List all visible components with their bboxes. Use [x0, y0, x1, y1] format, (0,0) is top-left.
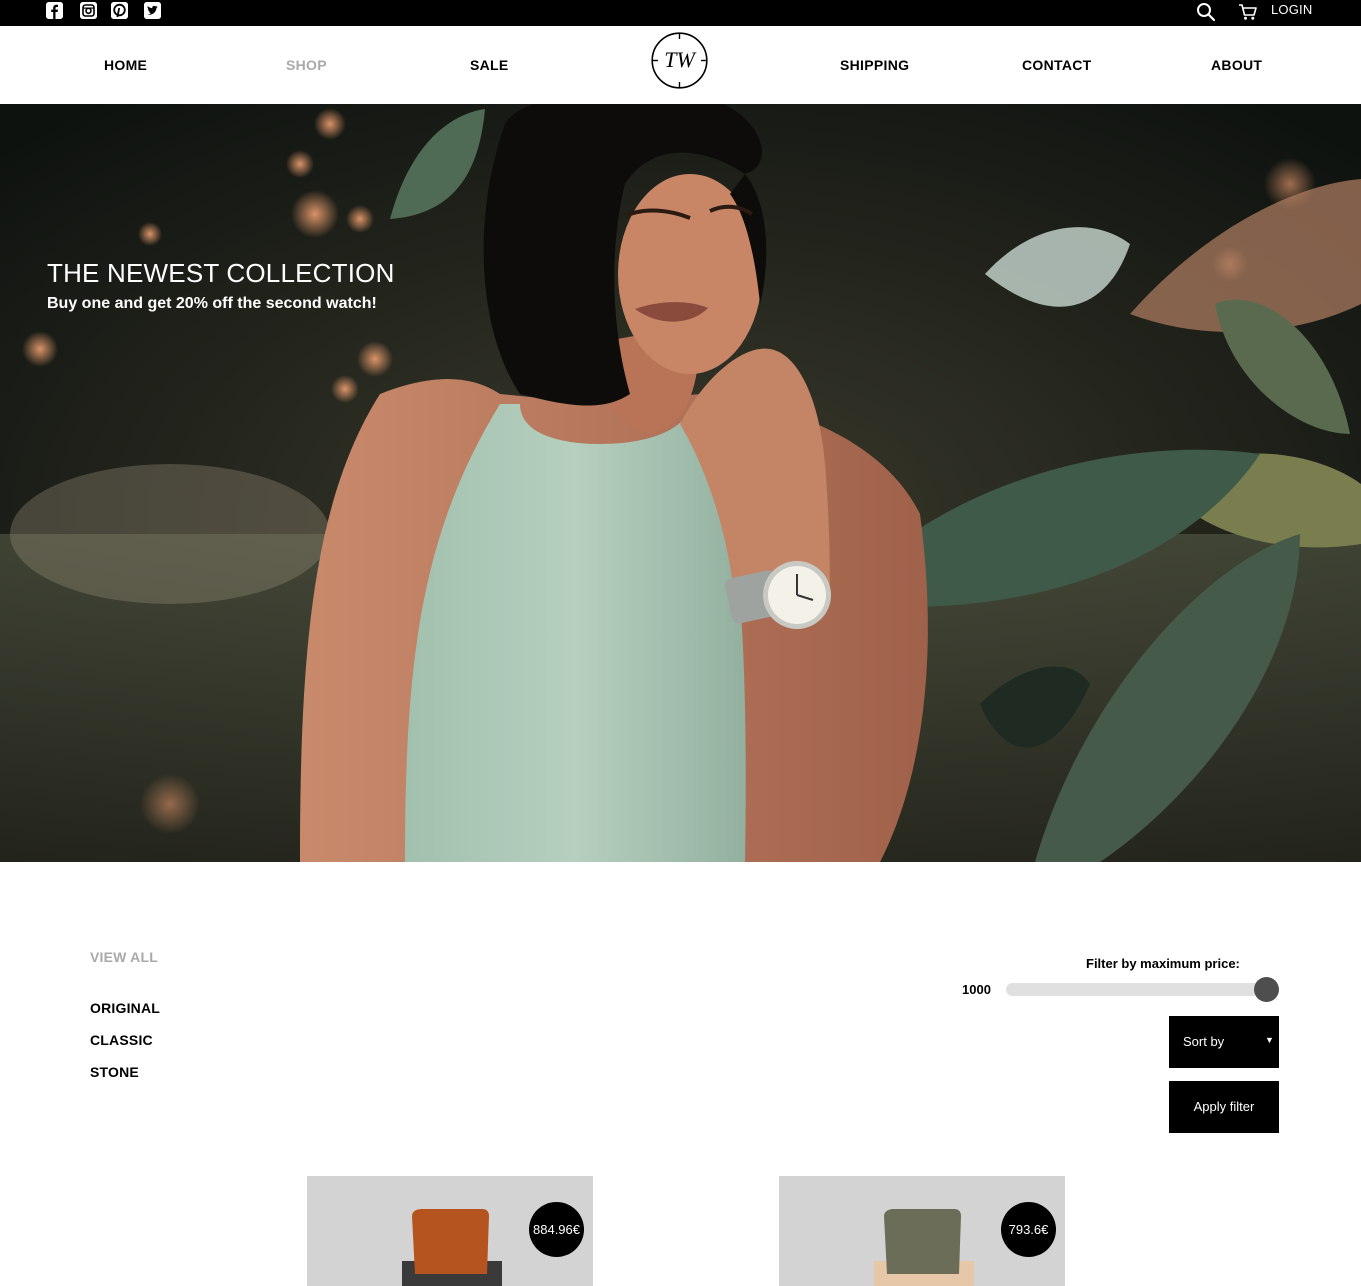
- category-view-all[interactable]: VIEW ALL: [90, 949, 158, 965]
- hero-title: THE NEWEST COLLECTION: [47, 258, 395, 288]
- nav-about[interactable]: ABOUT: [1211, 57, 1262, 73]
- facebook-icon[interactable]: [46, 2, 63, 19]
- nav-contact[interactable]: CONTACT: [1022, 57, 1092, 73]
- cart-icon[interactable]: [1238, 3, 1258, 21]
- category-classic[interactable]: CLASSIC: [90, 1032, 153, 1048]
- twitter-icon[interactable]: [144, 2, 161, 19]
- hero-banner: THE NEWEST COLLECTION Buy one and get 20…: [0, 104, 1361, 862]
- nav-sale[interactable]: SALE: [470, 57, 509, 73]
- instagram-icon[interactable]: [80, 2, 97, 19]
- category-original[interactable]: ORIGINAL: [90, 1000, 160, 1016]
- watch-strap: [884, 1209, 961, 1274]
- watch-strap: [412, 1209, 489, 1274]
- sort-select[interactable]: Sort by ▼: [1169, 1016, 1279, 1068]
- sort-select-label: Sort by: [1183, 1034, 1225, 1049]
- nav-home[interactable]: HOME: [104, 57, 147, 73]
- price-slider-track[interactable]: [1006, 983, 1276, 996]
- pinterest-icon[interactable]: [111, 2, 128, 19]
- login-link[interactable]: LOGIN: [1271, 2, 1312, 17]
- product-card[interactable]: 793.6€: [779, 1176, 1065, 1286]
- apply-filter-button[interactable]: Apply filter: [1169, 1081, 1279, 1133]
- hero-subtitle: Buy one and get 20% off the second watch…: [47, 295, 377, 312]
- tw-logo[interactable]: TW: [651, 32, 708, 89]
- top-bar: LOGIN: [0, 0, 1361, 26]
- price-filter-value: 1000: [962, 982, 991, 997]
- nav-shipping[interactable]: SHIPPING: [840, 57, 909, 73]
- chevron-down-icon: ▼: [1265, 1035, 1274, 1045]
- category-stone[interactable]: STONE: [90, 1064, 139, 1080]
- nav-shop[interactable]: SHOP: [286, 57, 327, 73]
- search-icon[interactable]: [1196, 2, 1216, 22]
- price-filter-label: Filter by maximum price:: [1086, 956, 1240, 971]
- hero-photo: [0, 104, 1361, 862]
- price-badge: 884.96€: [529, 1202, 584, 1257]
- price-slider-handle[interactable]: [1254, 977, 1279, 1002]
- main-nav: HOME SHOP SALE TW SHIPPING CONTACT ABOUT: [0, 26, 1361, 104]
- logo-text: TW: [664, 47, 696, 72]
- product-card[interactable]: 884.96€: [307, 1176, 593, 1286]
- price-badge: 793.6€: [1001, 1202, 1056, 1257]
